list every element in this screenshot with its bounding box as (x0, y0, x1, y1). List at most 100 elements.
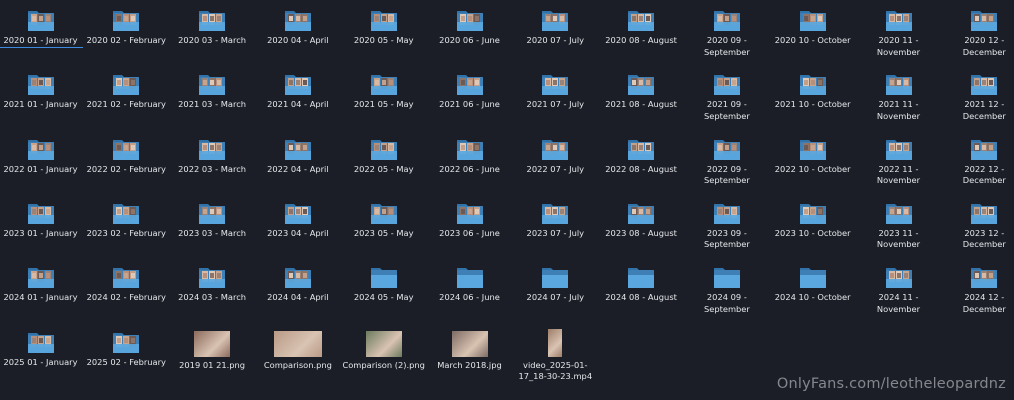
folder-item[interactable]: 2023 10 - October (771, 201, 855, 240)
image-file-item[interactable]: Comparison.png (256, 329, 340, 372)
folder-label: 2022 01 - January (3, 163, 78, 174)
folder-item[interactable]: 2023 11 - November (857, 201, 941, 251)
folder-item[interactable]: 2022 07 - July (513, 137, 597, 176)
folder-item[interactable]: 2024 10 - October (771, 265, 855, 304)
folder-label: 2022 05 - May (353, 163, 414, 174)
folder-icon (541, 137, 569, 161)
folder-label: 2023 08 - August (605, 227, 677, 238)
folder-item[interactable]: 2021 05 - May (342, 72, 426, 111)
folder-item[interactable]: 2022 02 - February (84, 137, 168, 176)
folder-item[interactable]: 2020 10 - October (771, 8, 855, 47)
image-file-item[interactable]: 2019 01 21.png (170, 329, 254, 372)
folder-item[interactable]: 2022 03 - March (170, 137, 254, 176)
folder-item[interactable]: 2021 11 - November (857, 72, 941, 122)
folder-item[interactable]: 2020 05 - May (342, 8, 426, 47)
folder-item[interactable]: 2020 01 - January (0, 8, 83, 48)
folder-item[interactable]: 2022 09 - September (685, 137, 769, 187)
folder-item[interactable]: 2023 08 - August (599, 201, 683, 240)
folder-item[interactable]: 2021 03 - March (170, 72, 254, 111)
folder-label: 2021 02 - February (86, 99, 166, 110)
folder-item[interactable]: 2020 12 - December (942, 8, 1014, 58)
folder-item[interactable]: 2021 01 - January (0, 72, 83, 111)
folder-icon (627, 137, 655, 161)
folder-label: 2022 09 - September (703, 163, 750, 186)
folder-item[interactable]: 2023 06 - June (428, 201, 512, 240)
folder-item[interactable]: 2022 05 - May (342, 137, 426, 176)
folder-label: 2020 11 - November (876, 35, 921, 57)
folder-item[interactable]: 2022 12 - December (942, 137, 1014, 187)
folder-item[interactable]: 2021 12 - December (942, 72, 1014, 122)
folder-item[interactable]: 2024 03 - March (170, 265, 254, 304)
folder-item[interactable]: 2021 02 - February (84, 72, 168, 111)
folder-icon (799, 265, 827, 289)
folder-item[interactable]: 2020 06 - June (428, 8, 512, 47)
folder-icon (370, 8, 398, 32)
folder-item[interactable]: 2024 05 - May (342, 265, 426, 304)
folder-item[interactable]: 2025 01 - January (0, 330, 83, 369)
folder-icon (198, 72, 226, 96)
folder-item[interactable]: 2021 06 - June (428, 72, 512, 111)
folder-icon (970, 265, 998, 289)
folder-item[interactable]: 2024 12 - December (942, 265, 1014, 315)
folder-label: 2022 08 - August (605, 163, 677, 174)
folder-item[interactable]: 2022 11 - November (857, 137, 941, 187)
folder-item[interactable]: 2022 08 - August (599, 137, 683, 176)
folder-icon (885, 137, 913, 161)
folder-item[interactable]: 2020 08 - August (599, 8, 683, 47)
image-file-item[interactable]: March 2018.jpg (428, 329, 512, 372)
folder-item[interactable]: 2024 06 - June (428, 265, 512, 304)
folder-label: 2024 09 - September (703, 292, 750, 314)
folder-item[interactable]: 2022 10 - October (771, 137, 855, 176)
folder-item[interactable]: 2023 02 - February (84, 201, 168, 240)
folder-item[interactable]: 2023 07 - July (513, 201, 597, 240)
folder-item[interactable]: 2020 11 - November (857, 8, 941, 58)
folder-item[interactable]: 2022 06 - June (428, 137, 512, 176)
folder-item[interactable]: 2023 03 - March (170, 201, 254, 240)
folder-item[interactable]: 2024 02 - February (84, 265, 168, 304)
folder-icon (885, 265, 913, 289)
folder-item[interactable]: 2021 07 - July (513, 72, 597, 111)
folder-icon (112, 201, 140, 225)
image-file-item[interactable]: Comparison (2).png (342, 329, 426, 372)
folder-item[interactable]: 2024 11 - November (857, 265, 941, 315)
folder-item[interactable]: 2020 04 - April (256, 8, 340, 47)
folder-label: 2024 06 - June (439, 292, 500, 303)
folder-item[interactable]: 2024 08 - August (599, 265, 683, 304)
folder-item[interactable]: 2025 02 - February (84, 330, 168, 369)
folder-icon (198, 137, 226, 161)
folder-item[interactable]: 2021 09 - September (685, 72, 769, 122)
folder-item[interactable]: 2023 05 - May (342, 201, 426, 240)
folder-item[interactable]: 2022 04 - April (256, 137, 340, 176)
folder-label: 2024 01 - January (3, 292, 78, 303)
file-label: March 2018.jpg (437, 359, 502, 370)
folder-item[interactable]: 2023 12 - December (942, 201, 1014, 251)
folder-item[interactable]: 2020 02 - February (84, 8, 168, 47)
folder-icon (284, 72, 312, 96)
video-file-item[interactable]: video_2025-01-17_18-30-23.mp4 (513, 328, 597, 383)
folder-label: 2020 02 - February (86, 35, 166, 45)
folder-item[interactable]: 2023 04 - April (256, 201, 340, 240)
folder-label: 2021 04 - April (267, 99, 329, 110)
folder-label: 2020 06 - June (439, 35, 500, 45)
folder-item[interactable]: 2023 09 - September (685, 201, 769, 251)
folder-icon (970, 137, 998, 161)
folder-item[interactable]: 2020 07 - July (513, 8, 597, 47)
folder-item[interactable]: 2020 09 - September (685, 8, 769, 58)
folder-label: 2024 10 - October (774, 292, 851, 303)
folder-label: 2024 07 - July (526, 292, 585, 303)
folder-item[interactable]: 2021 04 - April (256, 72, 340, 111)
folder-item[interactable]: 2024 01 - January (0, 265, 83, 304)
folder-icon (198, 8, 226, 32)
folder-item[interactable]: 2024 07 - July (513, 265, 597, 304)
folder-icon (799, 137, 827, 161)
folder-icon (27, 72, 55, 96)
folder-item[interactable]: 2021 10 - October (771, 72, 855, 111)
folder-icon (713, 137, 741, 161)
folder-item[interactable]: 2023 01 - January (0, 201, 83, 240)
folder-item[interactable]: 2024 04 - April (256, 265, 340, 304)
folder-item[interactable]: 2021 08 - August (599, 72, 683, 111)
folder-icon (627, 8, 655, 32)
folder-item[interactable]: 2024 09 - September (685, 265, 769, 315)
folder-item[interactable]: 2022 01 - January (0, 137, 83, 176)
folder-item[interactable]: 2020 03 - March (170, 8, 254, 47)
